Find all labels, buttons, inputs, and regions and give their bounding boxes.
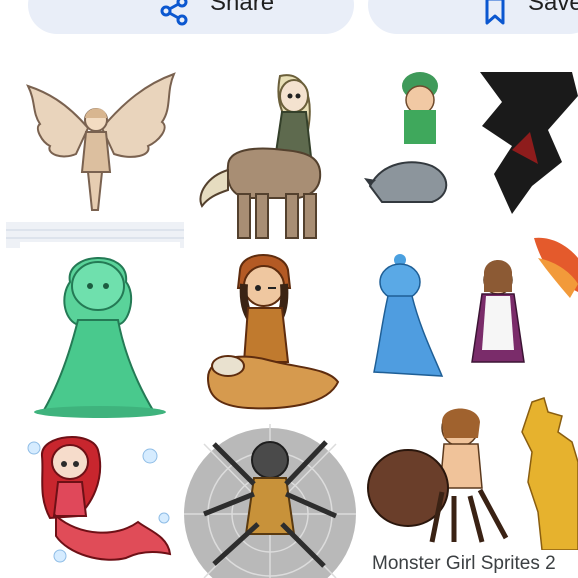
share-icon — [160, 0, 190, 26]
lamia-image[interactable] — [188, 248, 356, 420]
spider-sprite-and-gold — [367, 397, 578, 550]
save-button[interactable]: Save — [368, 0, 578, 34]
image-caption[interactable]: Monster Girl Sprites 2 — [372, 553, 578, 575]
blue-slime-and-maid-sprite — [373, 237, 578, 377]
snake-girl-illustration — [206, 254, 340, 410]
centaur-illustration — [199, 74, 322, 239]
slime-girl-illustration — [34, 257, 166, 418]
monster-sprites-top[interactable] — [362, 66, 578, 214]
save-label: Save — [528, 0, 578, 16]
monster-sprites-bottom[interactable] — [362, 392, 578, 550]
share-label: Share — [210, 0, 275, 16]
slime-girl-image[interactable] — [20, 242, 180, 418]
monster-sprites-middle[interactable] — [362, 232, 578, 388]
bookmark-icon — [480, 0, 510, 26]
share-button[interactable]: Share — [28, 0, 354, 34]
spider-girl-illustration — [184, 424, 356, 578]
centaur-image[interactable] — [188, 66, 356, 248]
mermaid-illustration — [27, 436, 172, 563]
arachne-image[interactable] — [184, 424, 356, 578]
harpy-image[interactable] — [6, 62, 184, 248]
naga-and-shadow-sprite — [364, 72, 578, 214]
mermaid-image[interactable] — [20, 426, 180, 578]
winged-girl-illustration — [6, 72, 184, 248]
